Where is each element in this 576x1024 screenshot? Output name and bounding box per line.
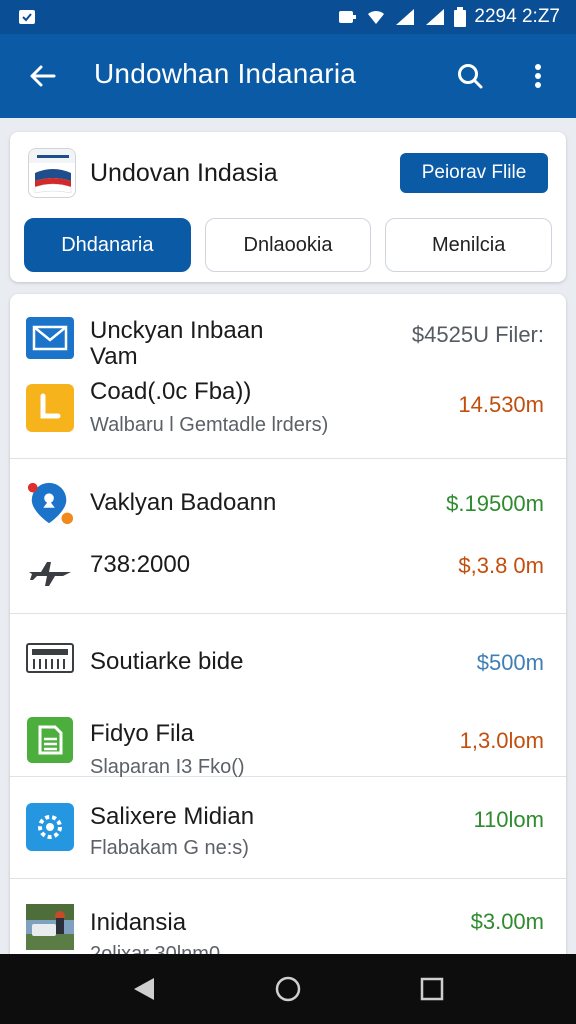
app-name: Undovan Indasia <box>90 159 278 187</box>
amount-text: $4525U Filer: <box>411 322 544 347</box>
more-vertical-icon <box>535 64 541 88</box>
location-pin-icon <box>26 479 74 527</box>
list-item-title: Coad(.0c Fba)) <box>90 378 252 405</box>
header-card: Undovan Indasia Peiorav Flile Dhdanaria … <box>10 132 566 282</box>
list-item-title: Salixere Midian <box>90 803 255 830</box>
photo-thumbnail <box>26 903 74 951</box>
list-item-title: 738:2000 <box>90 551 191 578</box>
tab-dnlaookia[interactable]: Dnlaookia <box>204 218 372 272</box>
system-nav-bar <box>0 954 576 1024</box>
amount-text: $,3.8 0m <box>458 553 544 578</box>
list-item[interactable]: Coad(.0c Fba)) Walbaru l Gemtadle lrders… <box>10 374 566 454</box>
amount-text: $.19500m <box>446 491 544 516</box>
notification-icon <box>18 8 36 26</box>
status-bar: 2294 2:Z7 <box>0 0 576 34</box>
list-item-subtitle: Slaparan I3 Fko() <box>90 756 245 778</box>
triangle-back-icon <box>134 978 154 1000</box>
list-section: Vaklyan Badoann $.19500m 738:2000 $,3.8 … <box>10 459 566 614</box>
battery-saver-icon <box>338 8 358 26</box>
list-section: Salixere Midian Flabakam G ne:s) 110lom <box>10 777 566 879</box>
list-item-amount: 1,3.0lom <box>460 728 544 754</box>
signal-icon <box>394 8 416 26</box>
nav-back-button[interactable] <box>124 969 164 1009</box>
page-title: Undowhan Indanaria <box>94 58 357 89</box>
search-button[interactable] <box>450 56 490 96</box>
square-recents-icon <box>420 977 444 1001</box>
overflow-menu-button[interactable] <box>518 56 558 96</box>
circle-home-icon <box>275 976 301 1002</box>
list-item[interactable]: Fidyo Fila Slaparan I3 Fko() 1,3.0lom <box>10 694 566 778</box>
list-item[interactable]: 738:2000 $,3.8 0m <box>10 539 566 614</box>
list-item-title: Inidansia <box>90 909 187 936</box>
toll-gate-icon <box>26 634 74 682</box>
back-button[interactable] <box>22 56 62 96</box>
arrow-left-icon <box>30 65 56 87</box>
list-item-title: Vaklyan Badoann <box>90 489 277 516</box>
list-item-title: Fidyo Fila <box>90 720 195 747</box>
list-item-amount: $,3.8 0m <box>458 553 544 579</box>
amount-text: 14.530m <box>458 392 544 417</box>
primary-action-button[interactable]: Peiorav Flile <box>400 153 548 193</box>
app-logo <box>28 148 76 198</box>
tab-dhdanaria[interactable]: Dhdanaria <box>24 218 191 272</box>
settings-icon <box>26 803 74 851</box>
list-section: Soutiarke bide $500m Fidyo Fila Slaparan… <box>10 614 566 778</box>
list-item-amount: $4525U Filer: <box>412 322 544 348</box>
list-item[interactable]: Salixere Midian Flabakam G ne:s) 110lom <box>10 777 566 879</box>
amount-text: 110lom <box>473 807 544 832</box>
list-item-title: Unckyan Inbaan Vam <box>90 318 263 370</box>
amount-text: 1,3.0lom <box>459 728 544 753</box>
list-section: Unckyan Inbaan Vam $4525U Filer: Coad(.0… <box>10 294 566 459</box>
list-item-title-text: Unckyan Inbaan Vam <box>90 317 264 370</box>
battery-icon <box>454 7 467 27</box>
list-item-amount: $500m <box>477 650 544 676</box>
nav-recents-button[interactable] <box>412 969 452 1009</box>
airplane-icon <box>26 549 74 597</box>
amount-text: $500m <box>476 650 544 675</box>
list-item-subtitle: Walbaru l Gemtadle lrders) <box>90 414 329 436</box>
list-item-amount: 110lom <box>473 807 544 833</box>
wifi-icon <box>366 8 386 26</box>
amount-text: $3.00m <box>470 909 544 934</box>
signal-icon-2 <box>424 8 446 26</box>
search-icon <box>458 64 483 89</box>
file-icon <box>26 716 74 764</box>
tab-bar: Dhdanaria Dnlaookia Menilcia <box>24 218 553 272</box>
list-item-subtitle: Flabakam G ne:s) <box>90 837 249 859</box>
app-bar: Undowhan Indanaria <box>0 34 576 118</box>
list-item-amount: $3.00m <box>471 909 544 935</box>
list-item[interactable]: Soutiarke bide $500m <box>10 614 566 694</box>
nav-home-button[interactable] <box>268 969 308 1009</box>
document-icon <box>26 384 74 432</box>
list-item-title: Soutiarke bide <box>90 648 244 675</box>
list-item-amount: 14.530m <box>458 392 544 418</box>
tab-menilcia[interactable]: Menilcia <box>385 218 553 272</box>
list-item-amount: $.19500m <box>446 491 544 517</box>
transaction-list: Unckyan Inbaan Vam $4525U Filer: Coad(.0… <box>10 294 566 994</box>
list-item[interactable]: Vaklyan Badoann $.19500m <box>10 459 566 539</box>
clock-text: 2294 2:Z7 <box>474 6 560 27</box>
mail-icon <box>26 314 74 362</box>
list-item[interactable]: Unckyan Inbaan Vam $4525U Filer: <box>10 294 566 374</box>
